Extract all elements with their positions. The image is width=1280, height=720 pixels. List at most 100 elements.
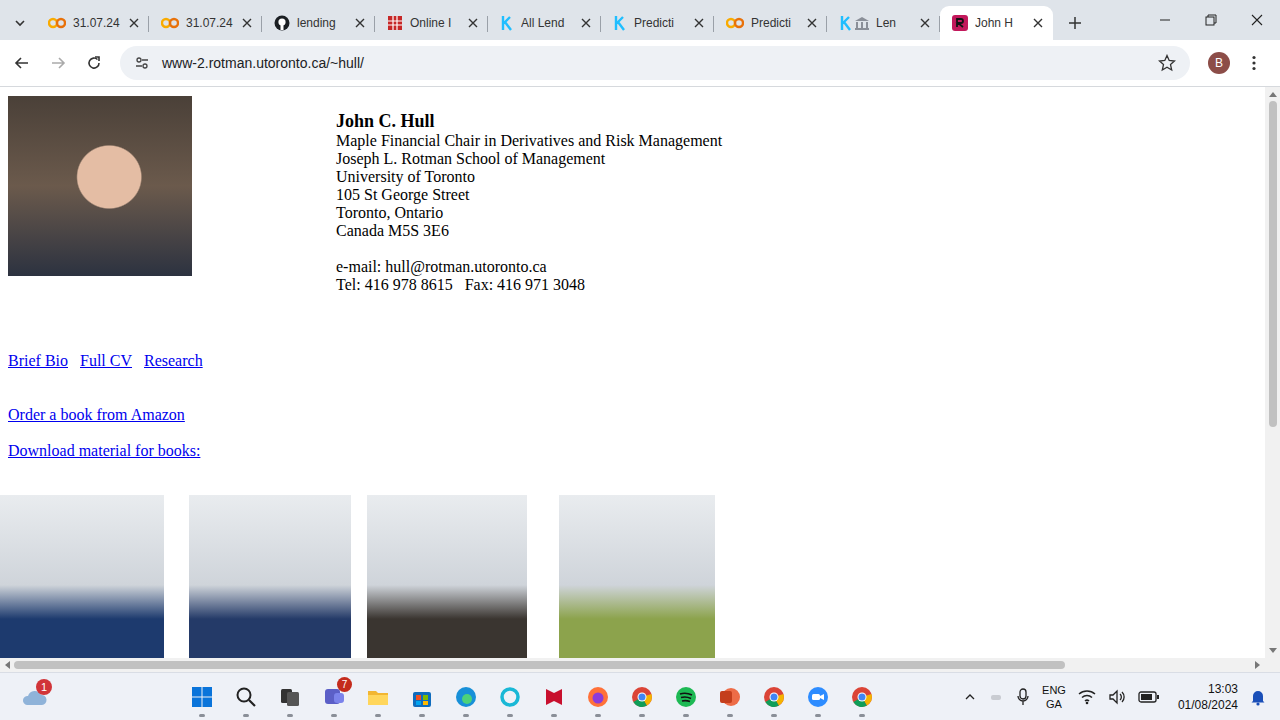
taskbar-app[interactable] [840, 675, 884, 719]
minimize-icon [1159, 14, 1171, 26]
close-icon[interactable] [694, 18, 704, 28]
close-icon[interactable] [920, 18, 930, 28]
tab[interactable]: 31.07.24 [36, 6, 149, 40]
scroll-thumb[interactable] [1269, 101, 1277, 427]
tab[interactable]: Predicti [714, 6, 827, 40]
tab-label: lending [297, 16, 348, 30]
new-tab-button[interactable] [1057, 6, 1093, 40]
browser-window: 31.07.24 31.07.24 lending Online I All Lend P… [0, 0, 1280, 720]
forward-button[interactable] [42, 47, 74, 79]
scroll-left-icon[interactable] [4, 661, 10, 669]
notification-badge: 7 [337, 677, 352, 692]
taskbar-app[interactable] [752, 675, 796, 719]
taskbar-app[interactable] [444, 675, 488, 719]
close-icon[interactable] [129, 18, 139, 28]
restore-icon [1205, 14, 1217, 26]
vertical-scrollbar[interactable] [1265, 87, 1280, 658]
download-link[interactable]: Download material for books: [8, 442, 200, 459]
taskbar-app[interactable] [356, 675, 400, 719]
scroll-thumb[interactable] [14, 661, 1065, 669]
close-icon[interactable] [807, 18, 817, 28]
close-icon[interactable] [242, 18, 252, 28]
scroll-up-icon[interactable] [1269, 91, 1277, 97]
close-icon[interactable] [355, 18, 365, 28]
minimize-button[interactable] [1142, 0, 1188, 40]
wifi-icon[interactable] [1078, 689, 1096, 705]
taskbar-app[interactable] [180, 675, 224, 719]
scroll-right-icon[interactable] [1255, 661, 1261, 669]
scroll-down-icon[interactable] [1269, 648, 1277, 654]
spotify-icon [674, 685, 698, 709]
person-name: John C. Hull [336, 110, 722, 132]
taskbar-app[interactable]: 7 [312, 675, 356, 719]
taskbar-app[interactable] [268, 675, 312, 719]
tab[interactable]: Predicti [601, 6, 714, 40]
profile-avatar[interactable]: B [1208, 52, 1230, 74]
tab[interactable]: lending [262, 6, 375, 40]
language-indicator[interactable]: ENGGA [1042, 683, 1066, 711]
weather-widget[interactable]: 1 [10, 677, 58, 717]
nav-link[interactable]: Brief Bio [8, 352, 68, 370]
page-content: John C. HullMaple Financial Chair in Der… [0, 87, 1265, 658]
book-cover[interactable] [189, 495, 351, 658]
tab-label: 31.07.24 [186, 16, 235, 30]
plus-icon [1068, 16, 1082, 30]
book-cover[interactable] [559, 495, 715, 658]
tab[interactable]: 31.07.24 [149, 6, 262, 40]
taskbar-app[interactable] [224, 675, 268, 719]
taskbar-app[interactable] [576, 675, 620, 719]
taskbar-app[interactable] [796, 675, 840, 719]
site-info-icon[interactable] [134, 55, 150, 71]
clock[interactable]: 13:0301/08/2024 [1178, 681, 1238, 713]
close-icon[interactable] [1033, 18, 1043, 28]
speaker-icon[interactable] [1108, 689, 1126, 705]
tab[interactable]: John H [940, 6, 1053, 40]
taskbar: 1 7 ENGGA 13:0301/08/2024 [0, 672, 1280, 720]
back-button[interactable] [6, 47, 38, 79]
zoom-icon [806, 685, 830, 709]
restore-button[interactable] [1188, 0, 1234, 40]
close-icon[interactable] [468, 18, 478, 28]
favicon-icon [161, 17, 179, 29]
explorer-icon [366, 685, 390, 709]
amazon-link[interactable]: Order a book from Amazon [8, 406, 185, 423]
tab[interactable]: Len [827, 6, 940, 40]
tab-strip: 31.07.24 31.07.24 lending Online I All Lend P… [0, 0, 1280, 40]
tray-app-icon[interactable] [988, 689, 1004, 705]
nav-link[interactable]: Full CV [80, 352, 132, 370]
store-icon [410, 685, 434, 709]
taskbar-app[interactable] [664, 675, 708, 719]
tab-search-button[interactable] [4, 6, 36, 40]
taskbar-app[interactable] [620, 675, 664, 719]
star-icon[interactable] [1158, 54, 1176, 72]
address-bar[interactable]: www-2.rotman.utoronto.ca/~hull/ [120, 46, 1190, 80]
favicon-icon [274, 15, 290, 31]
bell-icon[interactable] [1250, 688, 1266, 706]
horizontal-scrollbar[interactable] [0, 658, 1265, 672]
nav-links: Brief Bio Full CV Research [8, 352, 1257, 370]
favicon-icon [500, 15, 514, 31]
cortana-icon [498, 685, 522, 709]
book-cover[interactable] [0, 495, 164, 658]
address-line: Canada M5S 3E6 [336, 222, 722, 240]
tab[interactable]: All Lend [488, 6, 601, 40]
close-window-button[interactable] [1234, 0, 1280, 40]
taskbar-app[interactable] [532, 675, 576, 719]
taskbar-app[interactable] [708, 675, 752, 719]
tab-label: John H [975, 16, 1026, 30]
book-cover[interactable] [367, 495, 527, 658]
reload-button[interactable] [78, 47, 110, 79]
nav-link[interactable]: Research [144, 352, 203, 370]
tab-label: All Lend [521, 16, 574, 30]
microphone-icon[interactable] [1016, 688, 1030, 706]
taskbar-app[interactable] [400, 675, 444, 719]
url-text: www-2.rotman.utoronto.ca/~hull/ [162, 55, 1146, 71]
tab[interactable]: Online I [375, 6, 488, 40]
firefox-icon [586, 685, 610, 709]
chevron-up-icon[interactable] [964, 691, 976, 703]
battery-icon[interactable] [1138, 690, 1160, 704]
menu-button[interactable] [1238, 47, 1270, 79]
favicon-icon [613, 15, 627, 31]
close-icon[interactable] [581, 18, 591, 28]
taskbar-app[interactable] [488, 675, 532, 719]
